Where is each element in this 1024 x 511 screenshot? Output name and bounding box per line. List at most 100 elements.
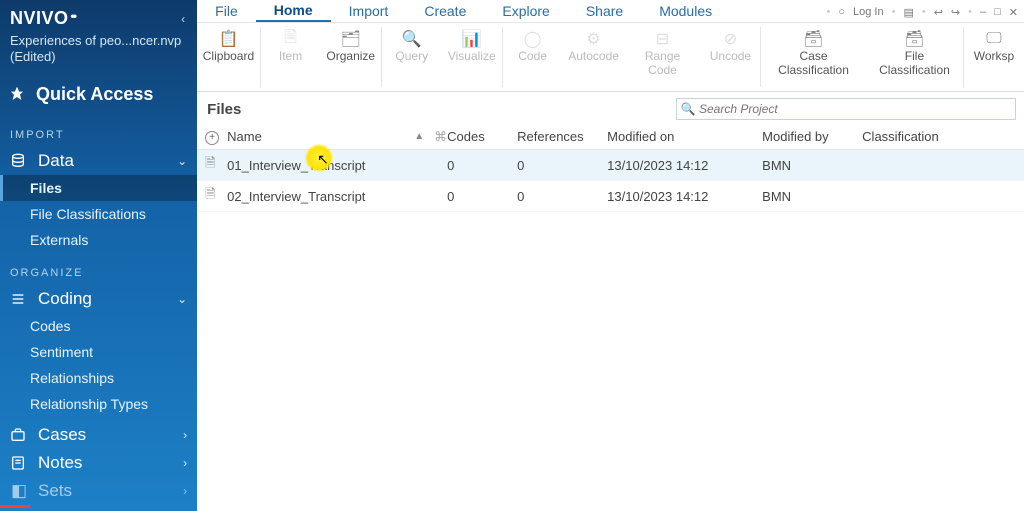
search-icon: 🔍 — [677, 102, 699, 116]
section-import-label: IMPORT — [0, 115, 197, 147]
group-coding[interactable]: Coding ⌄ — [0, 285, 197, 313]
progress-strip — [0, 505, 30, 508]
cell-modby: BMN — [762, 158, 862, 173]
uncode-icon: ⊘ — [724, 29, 737, 49]
brand-row: NVIVO•• ‹ — [0, 0, 197, 31]
sidebar-item-externals[interactable]: Externals — [0, 227, 197, 253]
clipboard-icon: 📋 — [218, 29, 238, 49]
group-sets[interactable]: ◧ Sets › — [0, 477, 197, 505]
chevron-right-icon: › — [183, 428, 187, 442]
section-organize-label: ORGANIZE — [0, 253, 197, 285]
ribbon-rangecode: ⊟Range Code — [625, 23, 701, 91]
chevron-down-icon: ⌄ — [177, 292, 187, 306]
ribbon-case-classification[interactable]: 🗃Case Classification — [761, 23, 866, 91]
plus-icon: + — [205, 131, 219, 145]
col-name[interactable]: Name — [227, 129, 262, 144]
database-icon — [10, 153, 28, 169]
cell-name: 01_Interview_Transcript — [227, 158, 447, 173]
group-data-label: Data — [38, 151, 74, 171]
ribbon-workspace[interactable]: 🖵Worksp — [964, 23, 1024, 91]
col-modified-by[interactable]: Modified by — [762, 129, 862, 144]
group-cases-label: Cases — [38, 425, 86, 445]
group-sets-label: Sets — [38, 481, 72, 501]
tab-modules[interactable]: Modules — [641, 1, 730, 21]
login-icon[interactable]: ○ — [838, 6, 845, 18]
pin-icon — [10, 87, 28, 101]
save-icon[interactable]: ▤ — [903, 6, 913, 19]
sidebar-item-relationships[interactable]: Relationships — [0, 365, 197, 391]
ribbon-query: 🔍Query — [382, 23, 442, 91]
minimize-icon[interactable]: – — [980, 6, 986, 18]
chevron-right-icon: › — [183, 484, 187, 498]
cell-refs: 0 — [517, 158, 607, 173]
redo-icon[interactable]: ↪ — [951, 6, 960, 19]
tab-share[interactable]: Share — [568, 1, 641, 21]
sidebar: NVIVO•• ‹ Experiences of peo...ncer.nvp … — [0, 0, 197, 511]
group-coding-label: Coding — [38, 289, 92, 309]
cell-modby: BMN — [762, 189, 862, 204]
search-box[interactable]: 🔍 — [676, 98, 1016, 120]
ribbon-code: ◯Code — [503, 23, 563, 91]
tab-home[interactable]: Home — [256, 0, 331, 22]
sidebar-collapse-icon[interactable]: ‹ — [181, 12, 185, 26]
login-button[interactable]: Log In — [853, 6, 884, 18]
range-icon: ⊟ — [656, 29, 669, 49]
chevron-right-icon: › — [183, 456, 187, 470]
tab-explore[interactable]: Explore — [484, 1, 567, 21]
ribbon-visualize: 📊Visualize — [442, 23, 502, 91]
file-icon: 🗎 — [284, 29, 297, 49]
ribbon-clipboard[interactable]: 📋Clipboard — [197, 23, 260, 91]
tab-import[interactable]: Import — [331, 1, 407, 21]
col-codes[interactable]: Codes — [447, 129, 517, 144]
tab-file[interactable]: File — [197, 1, 256, 21]
sidebar-item-file-classifications[interactable]: File Classifications — [0, 201, 197, 227]
group-data[interactable]: Data ⌄ — [0, 147, 197, 175]
ribbon-organize[interactable]: 🗂Organize — [321, 23, 381, 91]
organize-icon: 🗂 — [341, 29, 361, 49]
quick-access[interactable]: Quick Access — [0, 76, 197, 115]
project-file: Experiences of peo...ncer.nvp — [10, 33, 185, 49]
document-icon: 🗎 — [205, 154, 227, 176]
col-modified-on[interactable]: Modified on — [607, 129, 762, 144]
ribbon-uncode: ⊘Uncode — [700, 23, 760, 91]
brand-logo: NVIVO•• — [10, 8, 73, 29]
ribbon-file-classification[interactable]: 🗃File Classification — [866, 23, 963, 91]
group-cases[interactable]: Cases › — [0, 421, 197, 449]
quick-access-label: Quick Access — [36, 84, 153, 105]
cursor-icon: ↖ — [317, 151, 329, 168]
table-row[interactable]: 🗎 02_Interview_Transcript 0 0 13/10/2023… — [197, 181, 1024, 212]
col-references[interactable]: References — [517, 129, 607, 144]
sidebar-item-codes[interactable]: Codes — [0, 313, 197, 339]
undo-icon[interactable]: ↩ — [934, 6, 943, 19]
chevron-down-icon: ⌄ — [177, 154, 187, 168]
sets-icon: ◧ — [10, 481, 28, 501]
sidebar-item-sentiment[interactable]: Sentiment — [0, 339, 197, 365]
menu-tabs: File Home Import Create Explore Share Mo… — [197, 0, 820, 22]
close-icon[interactable]: ✕ — [1009, 6, 1018, 19]
sidebar-item-relationship-types[interactable]: Relationship Types — [0, 391, 197, 417]
maximize-icon[interactable]: □ — [994, 6, 1001, 18]
ribbon: 📋Clipboard 🗎Item 🗂Organize 🔍Query 📊Visua… — [197, 22, 1024, 92]
workspace-icon: 🖵 — [986, 29, 1001, 49]
ribbon-item: 🗎Item — [261, 23, 321, 91]
group-notes[interactable]: Notes › — [0, 449, 197, 477]
cell-name: 02_Interview_Transcript — [227, 189, 447, 204]
add-row-button[interactable]: + — [205, 128, 227, 145]
panel-header: Files 🔍 — [197, 92, 1024, 124]
group-notes-label: Notes — [38, 453, 82, 473]
sort-asc-icon[interactable]: ▲ — [414, 131, 424, 142]
document-icon: 🗎 — [205, 185, 227, 207]
search-input[interactable] — [699, 102, 1015, 116]
project-name: Experiences of peo...ncer.nvp (Edited) — [0, 31, 197, 76]
autocode-icon: ⚙ — [586, 29, 600, 49]
cell-codes: 0 — [447, 189, 517, 204]
tab-create[interactable]: Create — [406, 1, 484, 21]
col-classification[interactable]: Classification — [862, 129, 972, 144]
note-icon — [10, 455, 28, 471]
panel-title: Files — [207, 101, 241, 118]
project-status: (Edited) — [10, 49, 185, 65]
cell-modon: 13/10/2023 14:12 — [607, 158, 762, 173]
sidebar-item-files[interactable]: Files — [0, 175, 197, 201]
search-icon: 🔍 — [402, 29, 422, 49]
main-area: File Home Import Create Explore Share Mo… — [197, 0, 1024, 511]
